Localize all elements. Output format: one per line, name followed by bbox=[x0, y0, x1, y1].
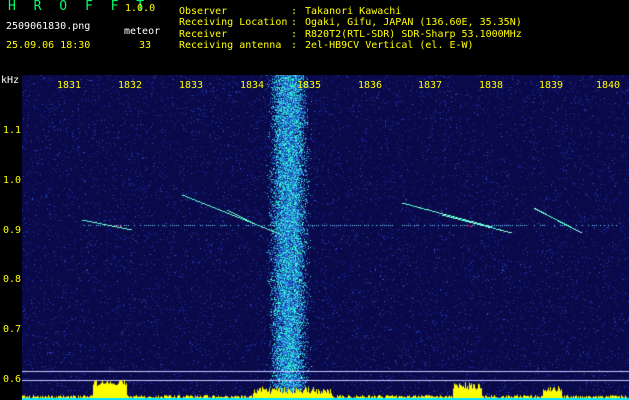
meteor-count: 33 bbox=[139, 40, 152, 51]
spectrogram-canvas bbox=[22, 75, 629, 400]
frequency-axis bbox=[0, 74, 22, 400]
time-tick-1834: 1834 bbox=[240, 80, 265, 91]
meteor-label: meteor bbox=[124, 26, 161, 37]
antenna-key: Receiving antenna bbox=[179, 40, 282, 51]
time-tick-1833: 1833 bbox=[179, 80, 204, 91]
time-tick-1838: 1838 bbox=[479, 80, 504, 91]
time-tick-1835: 1835 bbox=[297, 80, 322, 91]
freq-tick-1.1: 1.1 bbox=[3, 125, 22, 136]
time-tick-1836: 1836 bbox=[358, 80, 383, 91]
antenna-value: 2el-HB9CV Vertical (el. E-W) bbox=[305, 40, 474, 51]
freq-tick-0.9: 0.9 bbox=[3, 225, 22, 236]
freq-tick-0.6: 0.6 bbox=[3, 374, 22, 385]
freq-tick-1.0: 1.0 bbox=[3, 175, 22, 186]
app-version: 1.0.0 bbox=[125, 3, 156, 14]
location-value: Ogaki, Gifu, JAPAN (136.60E, 35.35N) bbox=[305, 17, 522, 28]
location-colon: : bbox=[291, 17, 298, 28]
antenna-colon: : bbox=[291, 40, 298, 51]
time-tick-1840: 1840 bbox=[596, 80, 621, 91]
frequency-unit-label: kHz bbox=[1, 75, 20, 86]
header-panel: H R O F F T 1.0.0 2509061830.png meteor … bbox=[0, 0, 629, 74]
freq-tick-0.8: 0.8 bbox=[3, 274, 22, 285]
time-tick-1837: 1837 bbox=[418, 80, 443, 91]
freq-tick-0.7: 0.7 bbox=[3, 324, 22, 335]
time-tick-1839: 1839 bbox=[539, 80, 564, 91]
observation-datetime: 25.09.06 18:30 bbox=[6, 40, 91, 51]
time-tick-1832: 1832 bbox=[118, 80, 143, 91]
location-key: Receiving Location bbox=[179, 17, 288, 28]
time-tick-1831: 1831 bbox=[57, 80, 82, 91]
file-name: 2509061830.png bbox=[6, 21, 91, 32]
